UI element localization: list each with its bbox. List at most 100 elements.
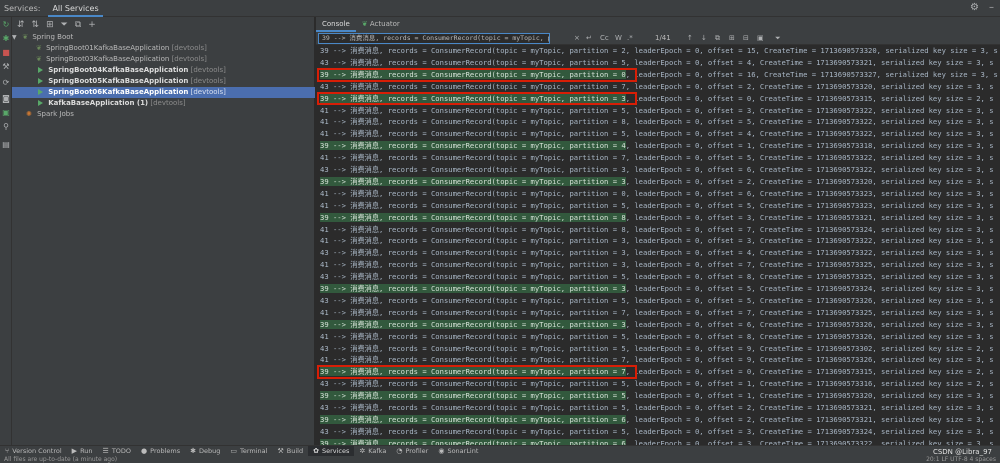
tool-tab-todo[interactable]: ☰ TODO: [98, 446, 137, 457]
tool-tab-build[interactable]: ⚒ Build: [272, 446, 308, 457]
run-icon: ▶: [71, 447, 78, 455]
log-line-match: 39 --> 消费消息, records = ConsumerRecord(to…: [320, 93, 626, 103]
match-case-toggle[interactable]: Cc: [600, 33, 609, 44]
log-line-detail: , leaderEpoch = 0, offset = 3, CreateTim…: [625, 236, 994, 246]
tool-tab-sonarlint[interactable]: ◉ SonarLint: [433, 446, 483, 457]
add-icon[interactable]: +: [88, 20, 96, 30]
remove-selection-icon[interactable]: ⊟: [743, 33, 749, 44]
service-item-springboot01[interactable]: ❦ SpringBoot01KafkaBaseApplication [devt…: [12, 43, 315, 54]
tool-tab-version-control[interactable]: ⑂ Version Control: [0, 446, 67, 457]
layout-icon[interactable]: ▤: [2, 141, 10, 149]
tool-tab-debug[interactable]: ✱ Debug: [185, 446, 225, 457]
tool-tab-run[interactable]: ▶ Run: [67, 446, 98, 457]
console-output[interactable]: 39 --> 消费消息, records = ConsumerRecord(to…: [316, 45, 1000, 445]
log-line: 39 --> 消费消息, records = ConsumerRecord(to…: [316, 414, 1000, 426]
search-input[interactable]: 39 --> 消费消息, records = ConsumerRecord(to…: [318, 33, 550, 44]
select-occurrences-icon[interactable]: ▣: [757, 33, 764, 44]
new-tab-icon[interactable]: ⧉: [75, 20, 81, 30]
log-line: 41 --> 消费消息, records = ConsumerRecord(to…: [316, 152, 1000, 164]
log-line-match: 41 --> 消费消息, records = ConsumerRecord(to…: [320, 224, 626, 234]
rerun-icon[interactable]: ↻: [2, 21, 10, 29]
tool-tab-label: TODO: [111, 447, 132, 455]
gear-icon[interactable]: ⚙: [970, 2, 979, 13]
expand-all-icon[interactable]: ⇵: [17, 20, 25, 30]
log-line-match: 41 --> 消费消息, records = ConsumerRecord(to…: [320, 188, 626, 198]
branch-icon: ⑂: [5, 447, 10, 455]
filter-icon[interactable]: ⏷: [775, 33, 781, 44]
log-line-match: 43 --> 消费消息, records = ConsumerRecord(to…: [320, 272, 626, 282]
tree-node-spark-jobs[interactable]: ✺ Spark Jobs: [12, 109, 315, 120]
previous-occurrence-icon[interactable]: ↑: [687, 33, 693, 44]
service-item-label: SpringBoot04KafkaBaseApplication: [48, 66, 189, 74]
deploy-icon[interactable]: ▣: [2, 109, 10, 117]
next-occurrence-icon[interactable]: ↓: [701, 33, 707, 44]
group-icon[interactable]: ⊞: [46, 20, 54, 30]
running-icon: [38, 67, 43, 73]
tool-tab-label: Profiler: [405, 447, 429, 455]
log-line-match: 43 --> 消费消息, records = ConsumerRecord(to…: [320, 343, 626, 353]
log-line-detail: , leaderEpoch = 0, offset = 15, CreateTi…: [625, 46, 998, 55]
tool-tab-label: Kafka: [368, 447, 387, 455]
watermark: CSDN @Libra_97: [932, 448, 992, 456]
log-line-detail: , leaderEpoch = 0, offset = 1, CreateTim…: [625, 141, 994, 151]
log-line: 41 --> 消费消息, records = ConsumerRecord(to…: [316, 331, 1000, 343]
tool-tab-terminal[interactable]: ▭ Terminal: [225, 446, 272, 457]
problems-icon: ●: [141, 447, 148, 455]
collapse-all-icon[interactable]: ⇅: [32, 20, 40, 30]
tree-node-spring-boot[interactable]: ▼ ❦ Spring Boot: [12, 32, 315, 43]
service-item-label: SpringBoot06KafkaBaseApplication: [48, 88, 189, 96]
terminal-icon: ▭: [230, 447, 237, 455]
find-icon[interactable]: ⚲: [2, 123, 10, 131]
log-line-detail: , leaderEpoch = 0, offset = 1, CreateTim…: [625, 379, 994, 389]
tool-tab-profiler[interactable]: ◔ Profiler: [391, 446, 433, 457]
tool-tab-kafka[interactable]: ✲ Kafka: [354, 446, 391, 457]
tool-tab-label: Terminal: [240, 447, 268, 455]
tool-window-bar: ⑂ Version Control ▶ Run ☰ TODO ● Problems ✱ Debug…: [0, 445, 1000, 457]
service-item-kafkabase[interactable]: KafkaBaseApplication (1) [devtools]: [12, 98, 315, 109]
filter-icon[interactable]: ⏷: [61, 20, 68, 30]
regex-toggle[interactable]: .*: [627, 33, 633, 44]
clear-icon[interactable]: ×: [574, 33, 580, 44]
add-selection-icon[interactable]: ⊞: [729, 33, 735, 44]
log-line: 43 --> 消费消息, records = ConsumerRecord(to…: [316, 247, 1000, 259]
log-line-detail: , leaderEpoch = 0, offset = 5, CreateTim…: [625, 200, 994, 210]
chevron-down-icon[interactable]: ▼: [12, 32, 20, 43]
restart-icon[interactable]: ⟳: [2, 79, 10, 87]
camera-icon[interactable]: ◙: [2, 95, 10, 103]
tool-tab-services[interactable]: ✿ Services: [308, 445, 355, 457]
log-line: 41 --> 消费消息, records = ConsumerRecord(to…: [316, 259, 1000, 271]
select-all-occurrences-icon[interactable]: ⧉: [715, 33, 720, 44]
wrench-icon[interactable]: ⚒: [2, 63, 10, 71]
log-line-match: 39 --> 消费消息, records = ConsumerRecord(to…: [320, 176, 626, 186]
tab-console[interactable]: Console: [316, 17, 356, 32]
log-line: 39 --> 消费消息, records = ConsumerRecord(to…: [316, 438, 1000, 445]
service-item-springboot06[interactable]: SpringBoot06KafkaBaseApplication [devtoo…: [12, 87, 315, 98]
service-item-label: KafkaBaseApplication (1): [48, 99, 149, 107]
log-line-match: 41 --> 消费消息, records = ConsumerRecord(to…: [320, 355, 626, 365]
status-right: 20:1 LF UTF-8 4 spaces: [926, 456, 996, 463]
service-item-springboot03[interactable]: ❦ SpringBoot03KafkaBaseApplication [devt…: [12, 54, 315, 65]
log-line-match: 43 --> 消费消息, records = ConsumerRecord(to…: [320, 295, 626, 305]
tab-actuator[interactable]: ❦ Actuator: [356, 17, 406, 32]
services-header: Services: All Services ⚙ –: [0, 0, 1000, 17]
stop-icon[interactable]: ■: [2, 49, 10, 57]
running-icon: [38, 78, 43, 84]
whole-words-toggle[interactable]: W: [615, 33, 622, 44]
log-line: 43 --> 消费消息, records = ConsumerRecord(to…: [316, 343, 1000, 355]
log-line: 39 --> 消费消息, records = ConsumerRecord(to…: [316, 69, 1000, 81]
status-message: All files are up-to-date (a minute ago): [4, 456, 118, 463]
tree-node-label: Spring Boot: [32, 33, 74, 41]
log-line-match: 41 --> 消费消息, records = ConsumerRecord(to…: [320, 307, 626, 317]
sonarlint-icon: ◉: [438, 447, 445, 455]
minimize-icon[interactable]: –: [989, 2, 994, 13]
history-icon[interactable]: ↵: [586, 33, 592, 44]
log-line-match: 43 --> 消费消息, records = ConsumerRecord(to…: [320, 403, 626, 412]
service-item-springboot05[interactable]: SpringBoot05KafkaBaseApplication [devtoo…: [12, 76, 315, 87]
tab-all-services[interactable]: All Services: [48, 0, 103, 17]
log-line-detail: , leaderEpoch = 0, offset = 4, CreateTim…: [625, 129, 994, 139]
debug-icon[interactable]: ✱: [2, 35, 10, 43]
tool-tab-problems[interactable]: ● Problems: [136, 446, 185, 457]
log-line-match: 41 --> 消费消息, records = ConsumerRecord(to…: [320, 117, 626, 127]
log-line: 43 --> 消费消息, records = ConsumerRecord(to…: [316, 426, 1000, 438]
service-item-springboot04[interactable]: SpringBoot04KafkaBaseApplication [devtoo…: [12, 65, 315, 76]
